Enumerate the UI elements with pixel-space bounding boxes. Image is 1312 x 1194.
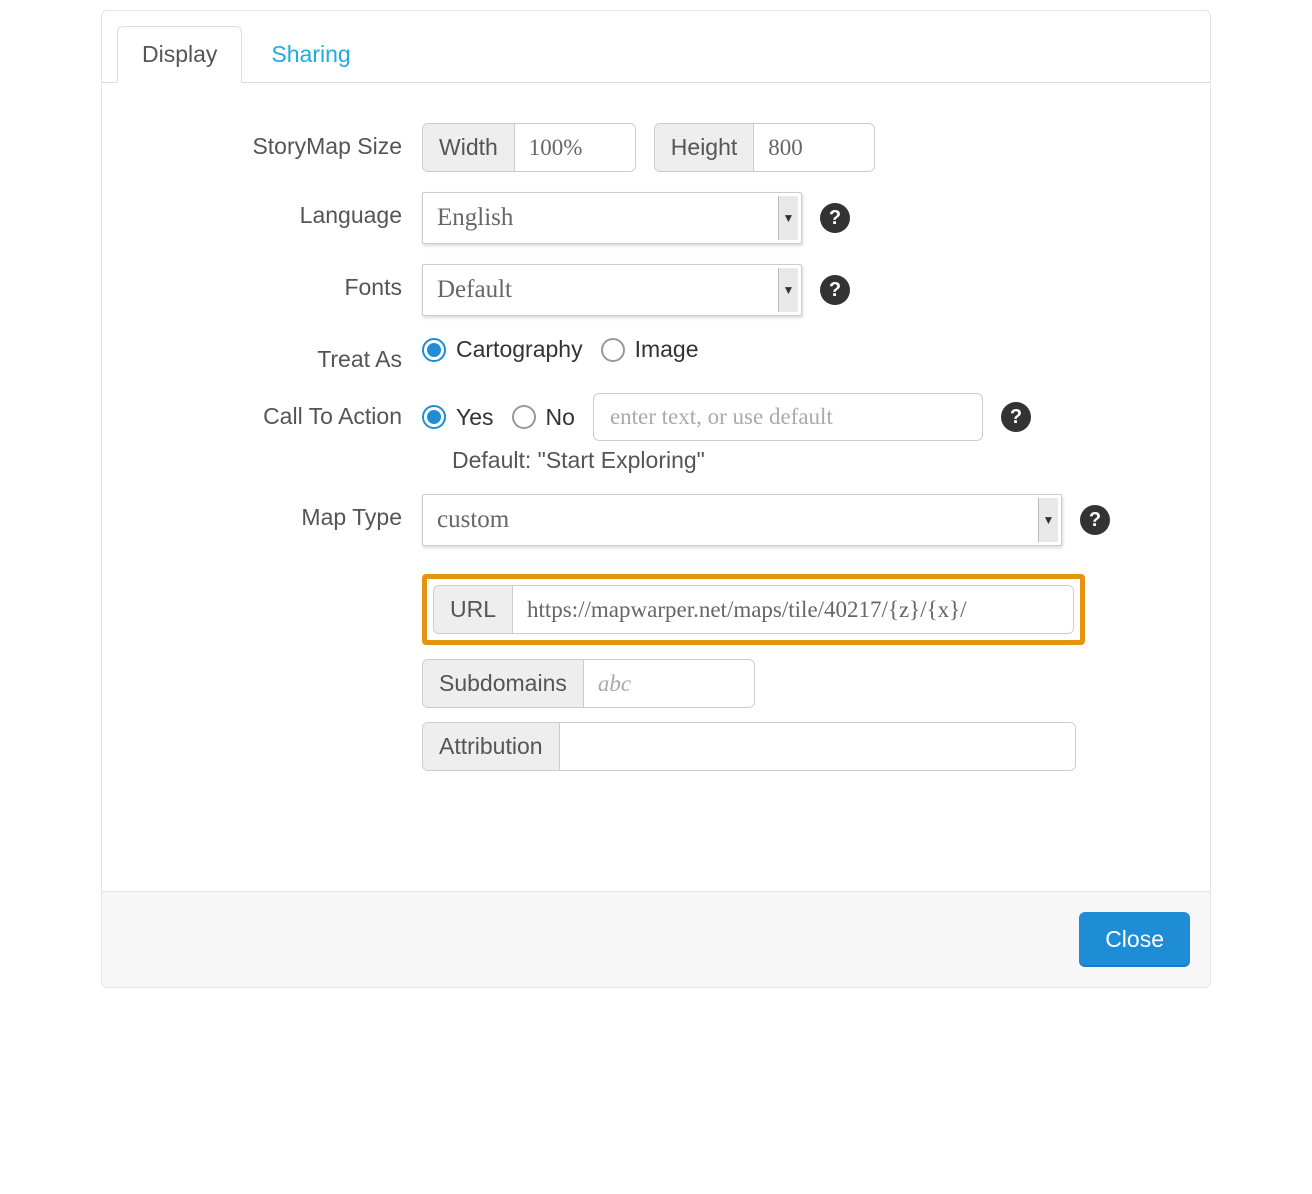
language-value: English [437,204,513,232]
cta-option-yes: Yes [456,404,494,431]
cta-label: Call To Action [122,393,422,430]
cta-text-input[interactable] [593,393,983,441]
help-icon[interactable]: ? [820,275,850,305]
tab-bar: Display Sharing [102,11,1210,83]
height-group: Height [654,123,875,172]
subdomains-addon-label: Subdomains [423,660,584,707]
tab-display[interactable]: Display [117,26,242,83]
subdomains-input[interactable] [584,660,754,707]
fonts-select[interactable]: Default ▼ [422,264,802,316]
treat-as-label: Treat As [122,336,422,373]
maptype-value: custom [437,506,509,534]
url-highlight-box: URL [422,574,1085,645]
settings-modal: Display Sharing StoryMap Size Width Heig… [101,10,1211,988]
chevron-down-icon: ▼ [778,268,798,312]
subdomains-group: Subdomains [422,659,755,708]
url-addon-label: URL [434,586,513,633]
cta-radio-yes[interactable] [422,405,446,429]
storymap-size-label: StoryMap Size [122,123,422,160]
language-label: Language [122,192,422,229]
url-input[interactable] [513,586,1073,633]
url-group: URL [433,585,1074,634]
help-icon[interactable]: ? [1001,402,1031,432]
treat-option-cartography: Cartography [456,336,583,363]
height-input[interactable] [754,124,874,171]
attribution-input[interactable] [560,723,1075,770]
language-select[interactable]: English ▼ [422,192,802,244]
maptype-select[interactable]: custom ▼ [422,494,1062,546]
cta-option-no: No [546,404,575,431]
cta-radio-no[interactable] [512,405,536,429]
maptype-label: Map Type [122,494,422,531]
chevron-down-icon: ▼ [778,196,798,240]
cta-default-text: Default: "Start Exploring" [122,447,1190,474]
attribution-addon-label: Attribution [423,723,560,770]
modal-footer: Close [102,891,1210,987]
width-group: Width [422,123,636,172]
help-icon[interactable]: ? [820,203,850,233]
help-icon[interactable]: ? [1080,505,1110,535]
width-input[interactable] [515,124,635,171]
attribution-group: Attribution [422,722,1076,771]
chevron-down-icon: ▼ [1038,498,1058,542]
tab-sharing[interactable]: Sharing [246,26,375,83]
fonts-value: Default [437,276,512,304]
modal-body: StoryMap Size Width Height Language Engl… [102,83,1210,891]
width-addon-label: Width [423,124,515,171]
treat-radio-image[interactable] [601,338,625,362]
height-addon-label: Height [655,124,754,171]
treat-radio-cartography[interactable] [422,338,446,362]
treat-option-image: Image [635,336,699,363]
fonts-label: Fonts [122,264,422,301]
close-button[interactable]: Close [1079,912,1190,967]
